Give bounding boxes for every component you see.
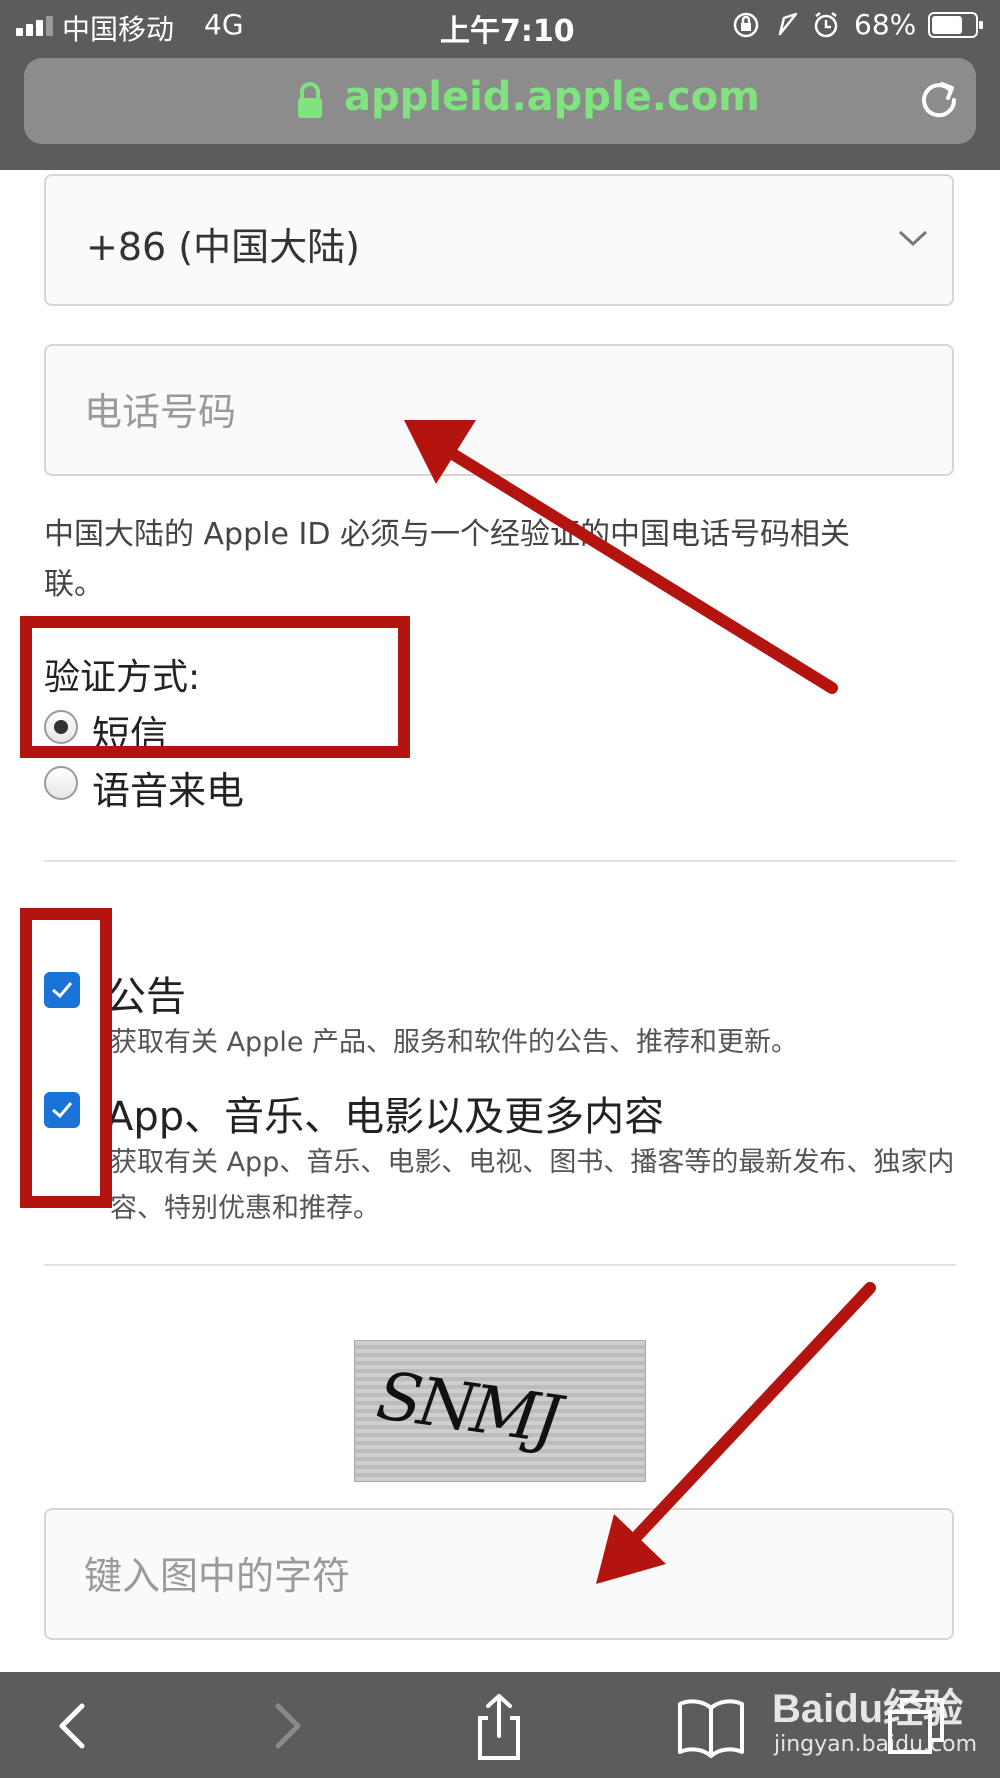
radio-label-voice: 语音来电 (92, 769, 245, 813)
captcha-characters: SNMJ (372, 1357, 563, 1459)
bookmarks-icon[interactable] (676, 1692, 746, 1762)
annotation-box-verify (20, 616, 410, 758)
battery-percent: 68% (854, 8, 917, 41)
subscription-title-announcements: 公告 (106, 974, 186, 1020)
phone-requirement-note: 中国大陆的 Apple ID 必须与一个经验证的中国电话号码相关联。 (44, 517, 850, 602)
baidu-jingyan-watermark: Baidu经验 jingyan.baidu.com (772, 1676, 982, 1776)
section-divider (44, 860, 956, 862)
captcha-field[interactable] (44, 1508, 954, 1640)
chevron-down-icon (898, 230, 928, 247)
annotation-box-checkboxes (20, 908, 112, 1208)
lock-icon (298, 82, 322, 118)
clock: 上午7:10 (440, 14, 575, 49)
country-code-select[interactable]: +86 (中国大陆) (44, 174, 954, 306)
watermark-domain: jingyan.baidu.com (774, 1732, 978, 1757)
radio-option-voice[interactable]: 语音来电 (44, 760, 344, 814)
url-text[interactable]: appleid.apple.com (344, 74, 760, 120)
reload-icon[interactable] (916, 78, 962, 124)
subscription-announcements[interactable]: 公告 获取有关 Apple 产品、服务和软件的公告、推荐和更新。 (44, 960, 964, 1060)
status-icons (733, 12, 838, 38)
browser-top-bar: 中国移动 4G 上午7:10 68% appleid.apple.com (0, 0, 1000, 170)
rotation-lock-icon (733, 12, 759, 38)
alarm-icon (814, 12, 838, 38)
country-code-value: +86 (中国大陆) (86, 225, 360, 269)
signal-icon (16, 16, 53, 36)
subscription-title-media: App、音乐、电影以及更多内容 (106, 1094, 665, 1140)
phone-number-field[interactable] (44, 344, 954, 476)
status-bar: 中国移动 4G 上午7:10 68% (0, 0, 1000, 50)
section-divider (44, 1264, 956, 1266)
forward-icon[interactable] (250, 1692, 320, 1762)
subscription-desc-media: 获取有关 App、音乐、电影、电视、图书、播客等的最新发布、独家内容、特别优惠和… (110, 1147, 955, 1224)
address-bar[interactable]: appleid.apple.com (24, 58, 976, 144)
back-icon[interactable] (40, 1692, 110, 1762)
battery-icon (928, 12, 983, 38)
captcha-input[interactable] (82, 1540, 916, 1612)
captcha-image: SNMJ (354, 1340, 646, 1482)
watermark-brand: Baidu经验 (772, 1687, 964, 1731)
carrier-name: 中国移动 (62, 13, 175, 46)
location-icon (778, 12, 798, 36)
network-type: 4G (204, 8, 244, 41)
radio-button-voice[interactable] (44, 766, 78, 800)
subscription-media[interactable]: App、音乐、电影以及更多内容 获取有关 App、音乐、电影、电视、图书、播客等… (44, 1080, 964, 1224)
subscription-desc-announcements: 获取有关 Apple 产品、服务和软件的公告、推荐和更新。 (110, 1027, 799, 1058)
phone-number-input[interactable] (82, 376, 916, 448)
share-icon[interactable] (464, 1692, 534, 1762)
